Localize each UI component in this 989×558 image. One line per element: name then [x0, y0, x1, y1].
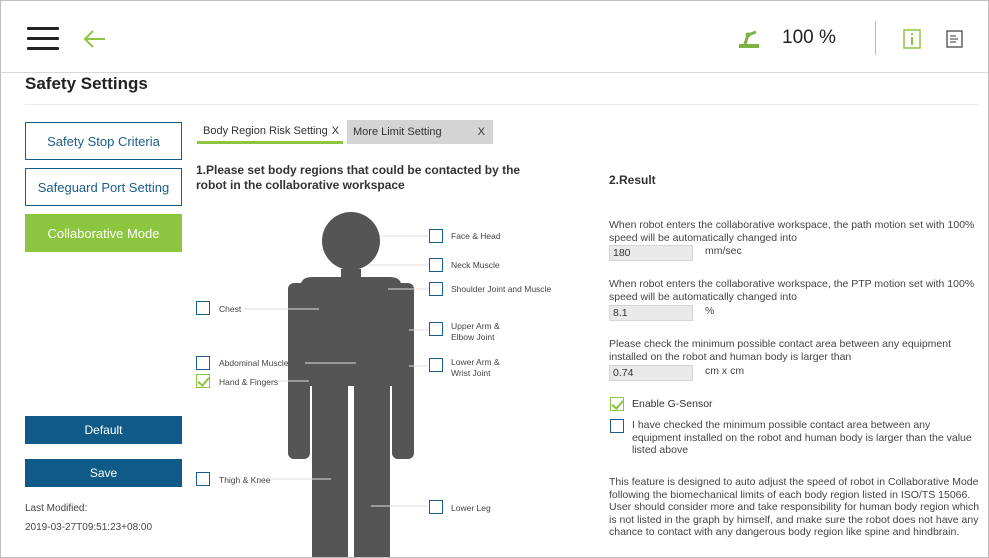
result-title: 2.Result [609, 173, 656, 187]
contact-area-value: 0.74 [609, 365, 693, 381]
path-speed-text: When robot enters the collaborative work… [609, 219, 975, 244]
default-button[interactable]: Default [25, 416, 182, 444]
label-enable-g-sensor: Enable G-Sensor [632, 398, 713, 410]
checkbox-abdominal[interactable] [196, 356, 210, 370]
tab-label: More Limit Setting [353, 126, 442, 138]
label-chest: Chest [219, 304, 242, 314]
hamburger-menu-icon[interactable] [27, 27, 59, 53]
speed-value: 100 % [782, 27, 836, 48]
top-bar: 100 % [1, 1, 988, 73]
nav-safety-stop-criteria[interactable]: Safety Stop Criteria [25, 122, 182, 160]
tab-close-icon[interactable]: X [478, 126, 485, 138]
label-neck-muscle: Neck Muscle [451, 260, 500, 270]
info-icon[interactable] [903, 29, 921, 49]
iso-note-text: This feature is designed to auto adjust … [609, 476, 980, 538]
path-speed-unit: mm/sec [705, 245, 742, 257]
save-button[interactable]: Save [25, 459, 182, 487]
tab-more-limit-setting[interactable]: More Limit Setting X [347, 120, 493, 144]
label-contact-area-confirm: I have checked the minimum possible cont… [632, 419, 972, 456]
path-speed-value: 180 [609, 245, 693, 261]
label-thigh-knee: Thigh & Knee [219, 475, 271, 485]
robot-arm-icon[interactable] [737, 27, 761, 49]
label-shoulder: Shoulder Joint and Muscle [451, 284, 552, 294]
tab-body-region-risk-setting[interactable]: Body Region Risk Setting X [197, 120, 343, 144]
label-lower-arm: Lower Arm & Wrist Joint [451, 357, 500, 378]
checkbox-lower-arm[interactable] [429, 358, 443, 372]
checkbox-face-head[interactable] [429, 229, 443, 243]
topbar-divider [875, 21, 876, 55]
section1-title: 1.Please set body regions that could be … [196, 163, 521, 192]
tab-close-icon[interactable]: X [332, 125, 339, 137]
checkbox-neck-muscle[interactable] [429, 258, 443, 272]
ptp-speed-value: 8.1 [609, 305, 693, 321]
checkbox-enable-g-sensor[interactable] [610, 397, 624, 411]
checkbox-chest[interactable] [196, 301, 210, 315]
checkbox-thigh-knee[interactable] [196, 472, 210, 486]
title-divider [25, 104, 979, 105]
checkbox-shoulder[interactable] [429, 282, 443, 296]
label-upper-arm: Upper Arm & Elbow Joint [451, 321, 500, 342]
label-abdominal: Abdominal Muscle [219, 358, 289, 368]
contact-area-text: Please check the minimum possible contac… [609, 338, 952, 363]
nav-safeguard-port-setting[interactable]: Safeguard Port Setting [25, 168, 182, 206]
label-face-head: Face & Head [451, 231, 501, 241]
checkbox-upper-arm[interactable] [429, 322, 443, 336]
contact-area-unit: cm x cm [705, 365, 745, 377]
page-title: Safety Settings [25, 74, 148, 93]
back-arrow-icon[interactable] [81, 25, 109, 53]
app-window: 100 % Safety Settings Safety Stop Criter… [0, 0, 989, 558]
last-modified-label: Last Modified: [25, 503, 88, 514]
label-lower-leg: Lower Leg [451, 503, 491, 513]
nav-collaborative-mode[interactable]: Collaborative Mode [25, 214, 182, 252]
document-icon[interactable] [946, 30, 963, 48]
last-modified-value: 2019-03-27T09:51:23+08:00 [25, 522, 153, 533]
checkbox-contact-area-confirm[interactable] [610, 419, 624, 433]
tab-label: Body Region Risk Setting [203, 124, 328, 137]
label-hand-fingers: Hand & Fingers [219, 377, 279, 387]
checkbox-lower-leg[interactable] [429, 500, 443, 514]
checkbox-hand-fingers[interactable] [196, 374, 210, 388]
ptp-speed-unit: % [705, 305, 715, 317]
ptp-speed-text: When robot enters the collaborative work… [609, 278, 975, 303]
